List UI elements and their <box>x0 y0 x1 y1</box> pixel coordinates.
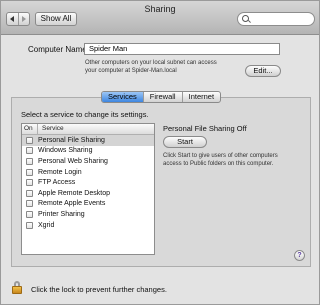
service-name: Remote Apple Events <box>38 200 106 208</box>
computer-name-description-1: Other computers on your local subnet can… <box>85 60 217 66</box>
service-checkbox[interactable] <box>26 136 33 144</box>
service-checkbox[interactable] <box>26 189 33 197</box>
service-checkbox[interactable] <box>26 168 33 176</box>
service-name: FTP Access <box>38 179 76 187</box>
search-input[interactable] <box>237 12 315 26</box>
forward-button[interactable] <box>17 13 30 25</box>
service-checkbox[interactable] <box>26 157 33 165</box>
service-status: Personal File Sharing Off <box>163 124 247 133</box>
service-description-2: access to Public folders on this compute… <box>163 161 274 167</box>
back-button[interactable] <box>7 13 18 25</box>
list-item[interactable]: Personal File Sharing <box>22 135 154 146</box>
service-name: Remote Login <box>38 168 82 176</box>
help-icon: ? <box>297 252 302 259</box>
sharing-window: Sharing Show All Computer Name: Spider M… <box>0 0 320 305</box>
tab-firewall[interactable]: Firewall <box>142 92 182 102</box>
show-all-button[interactable]: Show All <box>35 12 77 26</box>
chevron-right-icon <box>21 16 26 22</box>
service-description-1: Click Start to give users of other compu… <box>163 153 278 159</box>
column-header-on[interactable]: On <box>22 124 38 134</box>
tab-internet[interactable]: Internet <box>181 92 220 102</box>
service-checkbox[interactable] <box>26 179 33 187</box>
list-item[interactable]: Remote Apple Events <box>22 199 154 210</box>
help-button[interactable]: ? <box>294 250 305 261</box>
tab-bar: Services Firewall Internet <box>101 91 222 103</box>
service-checkbox[interactable] <box>26 200 33 208</box>
chevron-left-icon <box>10 16 15 22</box>
list-item[interactable]: FTP Access <box>22 177 154 188</box>
list-item[interactable]: Windows Sharing <box>22 146 154 157</box>
services-list-header: On Service <box>22 124 154 135</box>
column-header-service[interactable]: Service <box>38 124 64 134</box>
service-name: Xgrid <box>38 221 55 229</box>
edit-button[interactable]: Edit... <box>245 65 281 77</box>
start-button[interactable]: Start <box>163 136 207 148</box>
service-name: Windows Sharing <box>38 147 93 155</box>
services-instruction: Select a service to change its settings. <box>21 110 149 119</box>
service-checkbox[interactable] <box>26 221 33 229</box>
computer-name-field[interactable]: Spider Man <box>84 43 280 55</box>
list-item[interactable]: Printer Sharing <box>22 209 154 220</box>
lock-button[interactable] <box>12 281 23 295</box>
service-name: Personal File Sharing <box>38 136 105 144</box>
tab-services[interactable]: Services <box>102 92 143 102</box>
list-item[interactable]: Remote Login <box>22 167 154 178</box>
back-forward-control <box>6 12 30 26</box>
computer-name-label: Computer Name: <box>28 45 89 54</box>
search-icon <box>242 15 249 22</box>
service-name: Personal Web Sharing <box>38 157 108 165</box>
services-list: On Service Personal File Sharing Windows… <box>21 123 155 255</box>
computer-name-description-2: your computer at Spider-Man.local <box>85 68 177 74</box>
service-name: Apple Remote Desktop <box>38 189 110 197</box>
toolbar: Sharing Show All <box>1 1 319 35</box>
lock-text: Click the lock to prevent further change… <box>31 285 167 294</box>
list-item[interactable]: Personal Web Sharing <box>22 156 154 167</box>
list-item[interactable]: Xgrid <box>22 220 154 231</box>
service-checkbox[interactable] <box>26 210 33 218</box>
service-name: Printer Sharing <box>38 210 85 218</box>
list-item[interactable]: Apple Remote Desktop <box>22 188 154 199</box>
service-checkbox[interactable] <box>26 147 33 155</box>
